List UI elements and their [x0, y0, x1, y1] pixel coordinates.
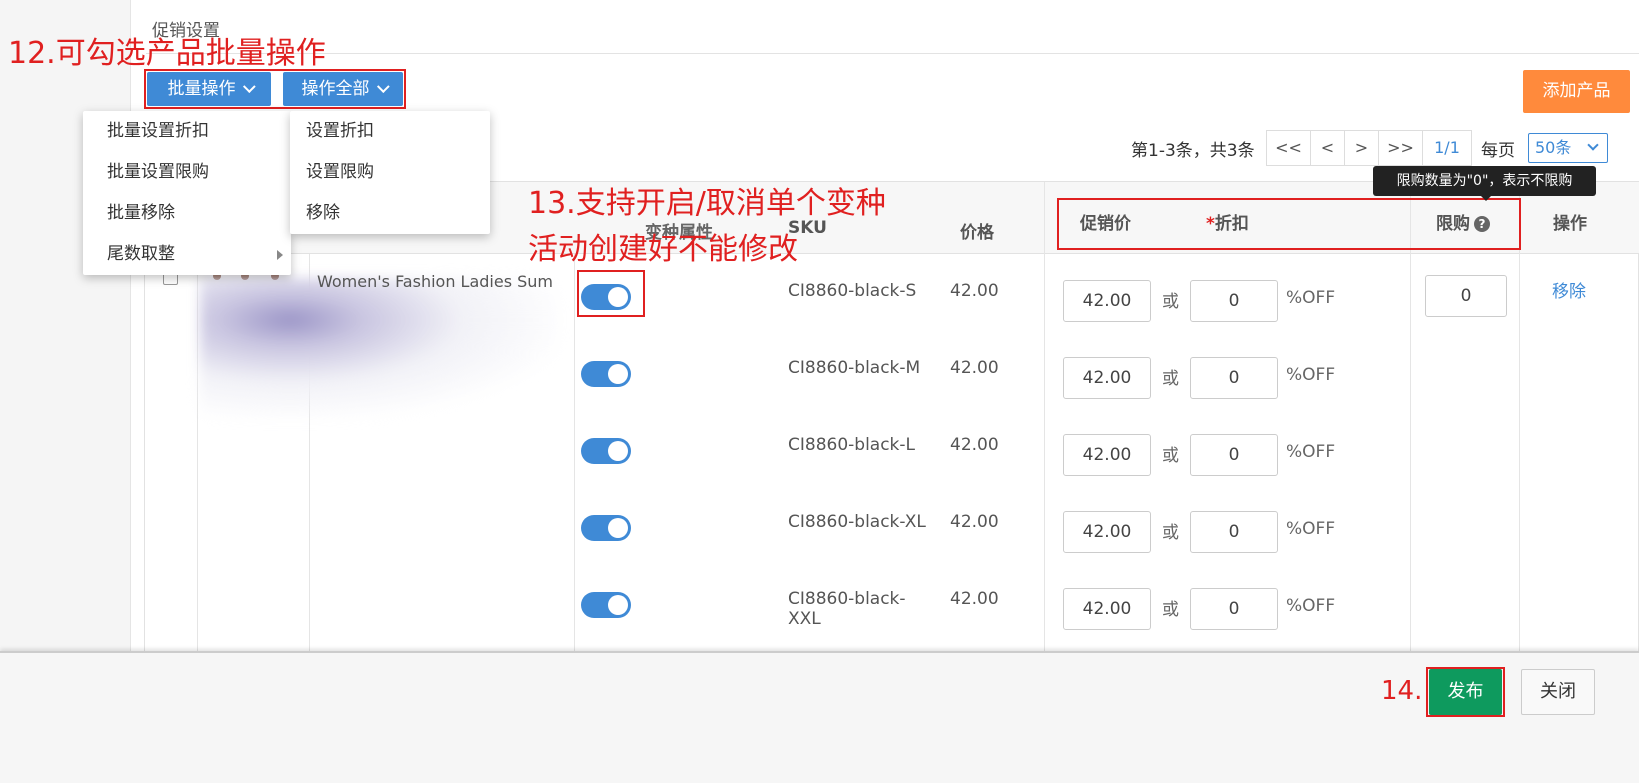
footer-bar [0, 651, 1639, 783]
col-divider [1410, 182, 1411, 655]
or-label: 或 [1162, 600, 1179, 620]
chevron-right-icon [277, 250, 283, 260]
off-label: %OFF [1286, 288, 1336, 308]
annotation-box-publish [1426, 667, 1505, 717]
sku-text: CI8860-black-M [788, 358, 921, 378]
sku-text: CI8860-black-L [788, 435, 916, 455]
page-current: 1/1 [1422, 130, 1472, 166]
annotation-13-line2: 活动创建好不能修改 [528, 232, 798, 267]
off-label: %OFF [1286, 365, 1336, 385]
page-last-button[interactable]: >> [1378, 130, 1423, 166]
remove-link[interactable]: 移除 [1552, 277, 1586, 302]
header-action: 操作 [1553, 214, 1587, 234]
variant-toggle[interactable] [581, 438, 631, 464]
toggle-knob [608, 364, 628, 384]
sku-text: CI8860-black-S [788, 281, 917, 301]
annotation-box-toolbar [144, 69, 406, 109]
per-page-label: 每页 [1481, 141, 1515, 161]
product-name: Women's Fashion Ladies Sum [317, 272, 554, 291]
annotation-13-line1: 13.支持开启/取消单个变种 [528, 186, 886, 221]
sku-text: CI8860-black-XL [788, 512, 926, 532]
discount-input[interactable]: 0 [1190, 511, 1278, 553]
price-text: 42.00 [950, 281, 999, 301]
discount-input[interactable]: 0 [1190, 588, 1278, 630]
header-price: 价格 [960, 223, 994, 243]
per-page-value: 50条 [1535, 138, 1572, 157]
stage: { "section": {"title": "促销设置"}, "annotat… [0, 0, 1639, 783]
menu-item-round-tail-label: 尾数取整 [107, 244, 175, 264]
per-page-select[interactable]: 50条 [1528, 133, 1608, 163]
operate-all-menu: 设置折扣 设置限购 移除 [290, 111, 490, 234]
promo-price-input[interactable]: 42.00 [1063, 357, 1151, 399]
menu-item-set-discount[interactable]: 设置折扣 [290, 111, 490, 152]
toggle-knob [608, 595, 628, 615]
limit-input[interactable]: 0 [1425, 275, 1507, 317]
add-product-button[interactable]: 添加产品 [1523, 70, 1630, 113]
off-label: %OFF [1286, 519, 1336, 539]
close-button[interactable]: 关闭 [1521, 669, 1595, 715]
discount-input[interactable]: 0 [1190, 434, 1278, 476]
page-first-button[interactable]: << [1266, 130, 1311, 166]
col-divider [1519, 182, 1520, 655]
promo-price-input[interactable]: 42.00 [1063, 434, 1151, 476]
toggle-knob [608, 518, 628, 538]
menu-item-batch-remove[interactable]: 批量移除 [83, 193, 291, 234]
menu-item-batch-limit[interactable]: 批量设置限购 [83, 152, 291, 193]
discount-input[interactable]: 0 [1190, 357, 1278, 399]
divider [146, 53, 1639, 54]
promo-price-input[interactable]: 42.00 [1063, 280, 1151, 322]
page-prev-button[interactable]: < [1310, 130, 1345, 166]
variant-toggle[interactable] [581, 515, 631, 541]
blurred-product-image [200, 278, 560, 418]
or-label: 或 [1162, 369, 1179, 389]
menu-item-batch-discount[interactable]: 批量设置折扣 [83, 111, 291, 152]
chevron-down-icon [1587, 139, 1599, 151]
or-label: 或 [1162, 523, 1179, 543]
menu-item-set-limit[interactable]: 设置限购 [290, 152, 490, 193]
off-label: %OFF [1286, 596, 1336, 616]
price-text: 42.00 [950, 435, 999, 455]
off-label: %OFF [1286, 442, 1336, 462]
or-label: 或 [1162, 292, 1179, 312]
price-text: 42.00 [950, 589, 999, 609]
menu-item-remove[interactable]: 移除 [290, 193, 490, 234]
variant-toggle[interactable] [581, 361, 631, 387]
annotation-12: 12.可勾选产品批量操作 [8, 36, 326, 71]
toggle-knob [608, 441, 628, 461]
col-divider [574, 254, 575, 655]
discount-input[interactable]: 0 [1190, 280, 1278, 322]
limit-tooltip: 限购数量为"0"，表示不限购 [1373, 166, 1596, 201]
page-next-button[interactable]: > [1344, 130, 1379, 166]
batch-operation-menu: 批量设置折扣 批量设置限购 批量移除 尾数取整 [83, 111, 291, 275]
annotation-box-toggle [577, 270, 645, 317]
or-label: 或 [1162, 446, 1179, 466]
variant-toggle[interactable] [581, 592, 631, 618]
sku-text: CI8860-black-XXL [788, 589, 906, 629]
annotation-box-header [1057, 198, 1521, 250]
price-text: 42.00 [950, 358, 999, 378]
col-divider [1044, 182, 1045, 655]
annotation-14: 14. [1381, 676, 1423, 706]
price-text: 42.00 [950, 512, 999, 532]
promo-price-input[interactable]: 42.00 [1063, 588, 1151, 630]
menu-item-round-tail[interactable]: 尾数取整 [83, 234, 291, 275]
promo-price-input[interactable]: 42.00 [1063, 511, 1151, 553]
pagination-info: 第1-3条，共3条 [1131, 141, 1255, 161]
